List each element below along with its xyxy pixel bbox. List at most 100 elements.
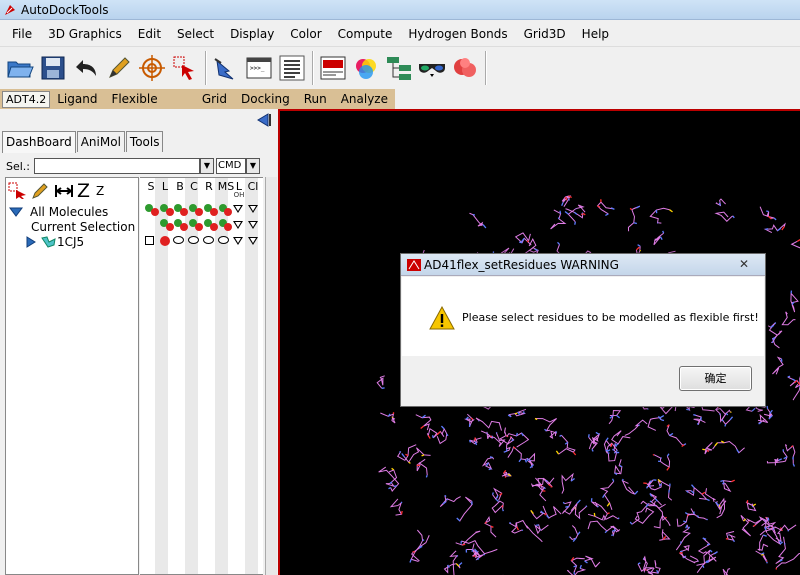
hierarchy-tree-icon (387, 57, 411, 80)
toggle-dot[interactable] (160, 236, 170, 246)
distance-measure-icon[interactable] (54, 182, 74, 200)
column-header-c[interactable]: C (187, 180, 201, 193)
color-wheel-button[interactable] (350, 51, 382, 85)
folder-open-icon (7, 61, 34, 78)
zoom-z-small-label[interactable]: Z (96, 184, 104, 198)
cmd-combobox[interactable]: CMD (216, 158, 246, 174)
menu-hydrogen-bonds[interactable]: Hydrogen Bonds (400, 21, 515, 47)
toggle-dot[interactable] (195, 223, 203, 231)
tab-animol[interactable]: AniMol (76, 131, 125, 152)
dialog-title-bar[interactable]: AD41flex_setResidues WARNING (401, 254, 765, 276)
selection-input[interactable] (34, 158, 200, 174)
tree-row-all-molecules[interactable]: All Molecules (9, 205, 108, 219)
column-header-l[interactable]: L (158, 180, 172, 193)
collapse-panel-icon[interactable] (254, 112, 274, 128)
molecule-icon (41, 236, 56, 248)
undo-button[interactable] (70, 51, 102, 85)
display-window-icon (320, 56, 346, 80)
hand-pointer-button[interactable] (210, 51, 242, 85)
adt-tab-bar: ADT4.2 Ligand Flexible Residues Grid Doc… (0, 89, 395, 126)
toggle-dot[interactable] (151, 208, 159, 216)
toggle-dot[interactable] (180, 208, 188, 216)
toolbar-separator (205, 51, 207, 85)
dropdown-triangle-icon[interactable] (248, 205, 258, 213)
tree-row-molecule[interactable]: 1CJ5 (26, 235, 84, 249)
dropdown-triangle-icon[interactable] (233, 221, 243, 229)
molecule-tree: Z Z All Molecules Current Selection 1CJ5 (5, 177, 139, 575)
column-sub-oh: OH (233, 191, 245, 199)
toggle-oval[interactable] (173, 236, 184, 244)
floppy-disk-icon (41, 56, 65, 80)
menu-compute[interactable]: Compute (330, 21, 401, 47)
toggle-dot[interactable] (166, 208, 174, 216)
dropdown-triangle-icon[interactable] (248, 221, 258, 229)
dialog-body: Please select residues to be modelled as… (402, 277, 764, 356)
toggle-dot[interactable] (224, 208, 232, 216)
pencil-tool-button[interactable] (103, 51, 135, 85)
cmd-dropdown-button[interactable]: ▼ (246, 158, 260, 174)
menu-help[interactable]: Help (574, 21, 617, 47)
column-header-cl[interactable]: Cl (246, 180, 260, 193)
stereo-glasses-button[interactable] (416, 51, 448, 85)
toggle-dot[interactable] (224, 223, 232, 231)
adt-tab-grid[interactable]: Grid (195, 89, 234, 109)
dropdown-triangle-icon[interactable] (233, 237, 243, 245)
toggle-dot[interactable] (210, 208, 218, 216)
adt-tab-analyze[interactable]: Analyze (334, 89, 395, 109)
collapsed-triangle-icon[interactable] (26, 236, 36, 248)
ok-button[interactable]: 确定 (679, 366, 752, 391)
adt-tab-ligand[interactable]: Ligand (50, 89, 104, 109)
pencil-icon[interactable] (31, 182, 51, 200)
adt-tab-version[interactable]: ADT4.2 (2, 90, 51, 108)
window-title: AutoDockTools (21, 2, 109, 17)
tab-dashboard[interactable]: DashBoard (2, 131, 76, 153)
target-button[interactable] (136, 51, 168, 85)
pick-select-button[interactable] (169, 51, 201, 85)
text-document-button[interactable] (276, 51, 308, 85)
dialog-close-button[interactable]: ✕ (731, 256, 757, 272)
tab-tools[interactable]: Tools (125, 131, 164, 152)
toggle-dot[interactable] (166, 223, 174, 231)
tk-feather-icon (5, 4, 15, 15)
zoom-z-large-label[interactable]: Z (77, 180, 90, 202)
svg-text:>>>_: >>>_ (250, 65, 265, 72)
toggle-dot[interactable] (180, 223, 188, 231)
python-shell-button[interactable]: >>>_ (243, 51, 275, 85)
python-shell-icon: >>>_ (246, 57, 272, 79)
hierarchy-button[interactable] (383, 51, 415, 85)
tree-row-current-selection[interactable]: Current Selection (31, 220, 135, 234)
menu-grid3d[interactable]: Grid3D (516, 21, 574, 47)
menu-color[interactable]: Color (282, 21, 329, 47)
toggle-oval[interactable] (218, 236, 229, 244)
select-tool-icon[interactable] (8, 182, 28, 200)
select-checkbox[interactable] (145, 236, 154, 245)
tk-feather-icon (407, 258, 421, 271)
dropdown-triangle-icon[interactable] (248, 237, 258, 245)
menu-select[interactable]: Select (169, 21, 222, 47)
toggle-dot[interactable] (195, 208, 203, 216)
selection-dropdown-button[interactable]: ▼ (200, 158, 214, 174)
column-header-b[interactable]: B (173, 180, 187, 193)
menu-file[interactable]: File (0, 21, 40, 47)
menu-display[interactable]: Display (222, 21, 282, 47)
toggle-oval[interactable] (203, 236, 214, 244)
text-lines-icon (279, 55, 305, 81)
save-button[interactable] (37, 51, 69, 85)
panel-scrollbar[interactable] (265, 177, 277, 575)
open-button[interactable] (4, 51, 36, 85)
adt-tab-docking[interactable]: Docking (234, 89, 297, 109)
toggle-oval[interactable] (188, 236, 199, 244)
column-header-r[interactable]: R (202, 180, 216, 193)
toggle-dot[interactable] (210, 223, 218, 231)
adt-tab-flexible-residues[interactable]: Flexible Residues (104, 89, 194, 126)
sel-label: Sel.: (6, 159, 31, 173)
adt-tab-run[interactable]: Run (297, 89, 334, 109)
menu-3d-graphics[interactable]: 3D Graphics (40, 21, 130, 47)
molecule-surface-button[interactable] (449, 51, 481, 85)
menu-edit[interactable]: Edit (130, 21, 169, 47)
display-window-button[interactable] (317, 51, 349, 85)
expand-triangle-icon[interactable] (9, 207, 23, 217)
column-header-s[interactable]: S (144, 180, 158, 193)
warning-dialog: AD41flex_setResidues WARNING ✕ Please se… (400, 253, 766, 407)
dropdown-triangle-icon[interactable] (233, 205, 243, 213)
